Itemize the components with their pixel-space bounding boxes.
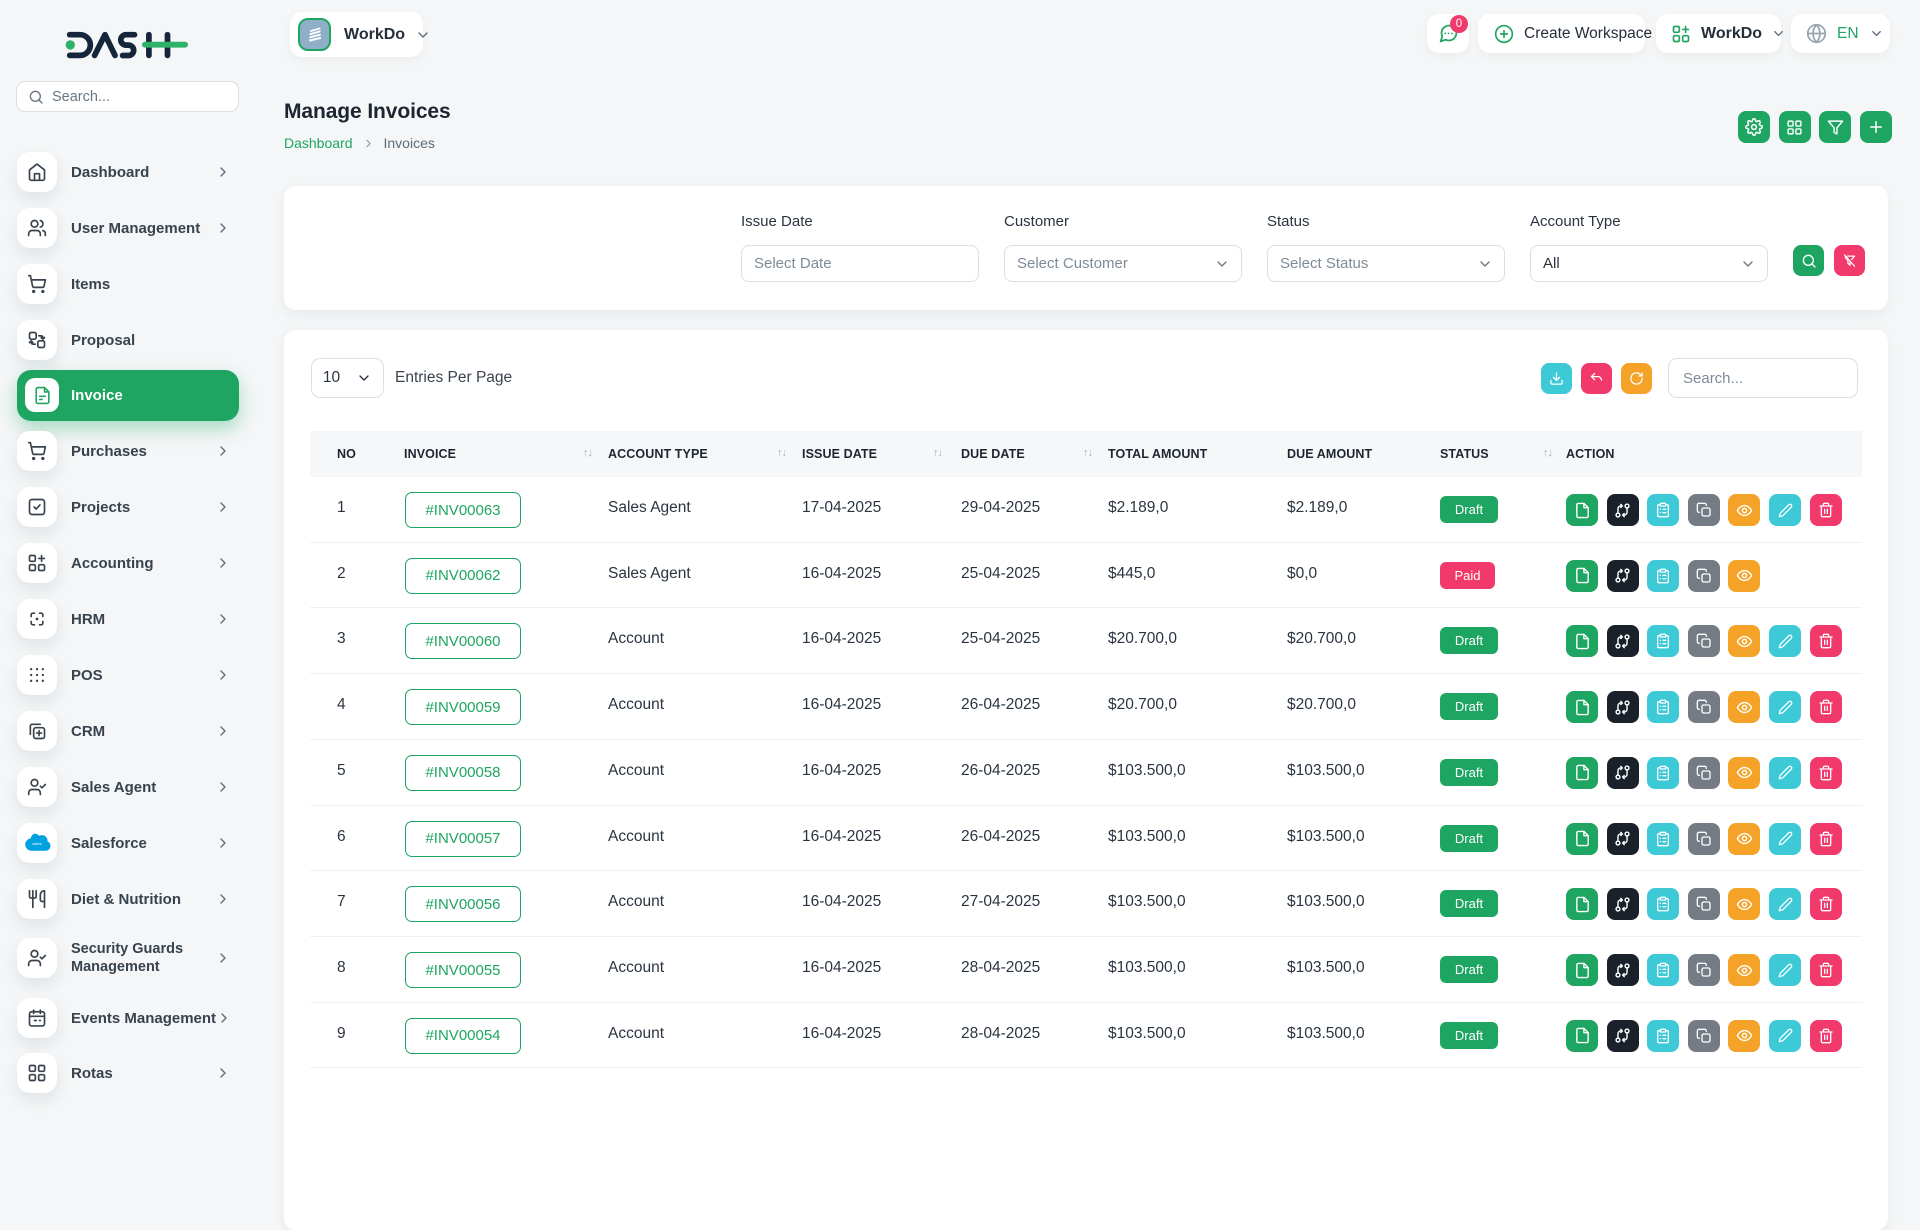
svg-text:sales: sales [32,841,41,846]
